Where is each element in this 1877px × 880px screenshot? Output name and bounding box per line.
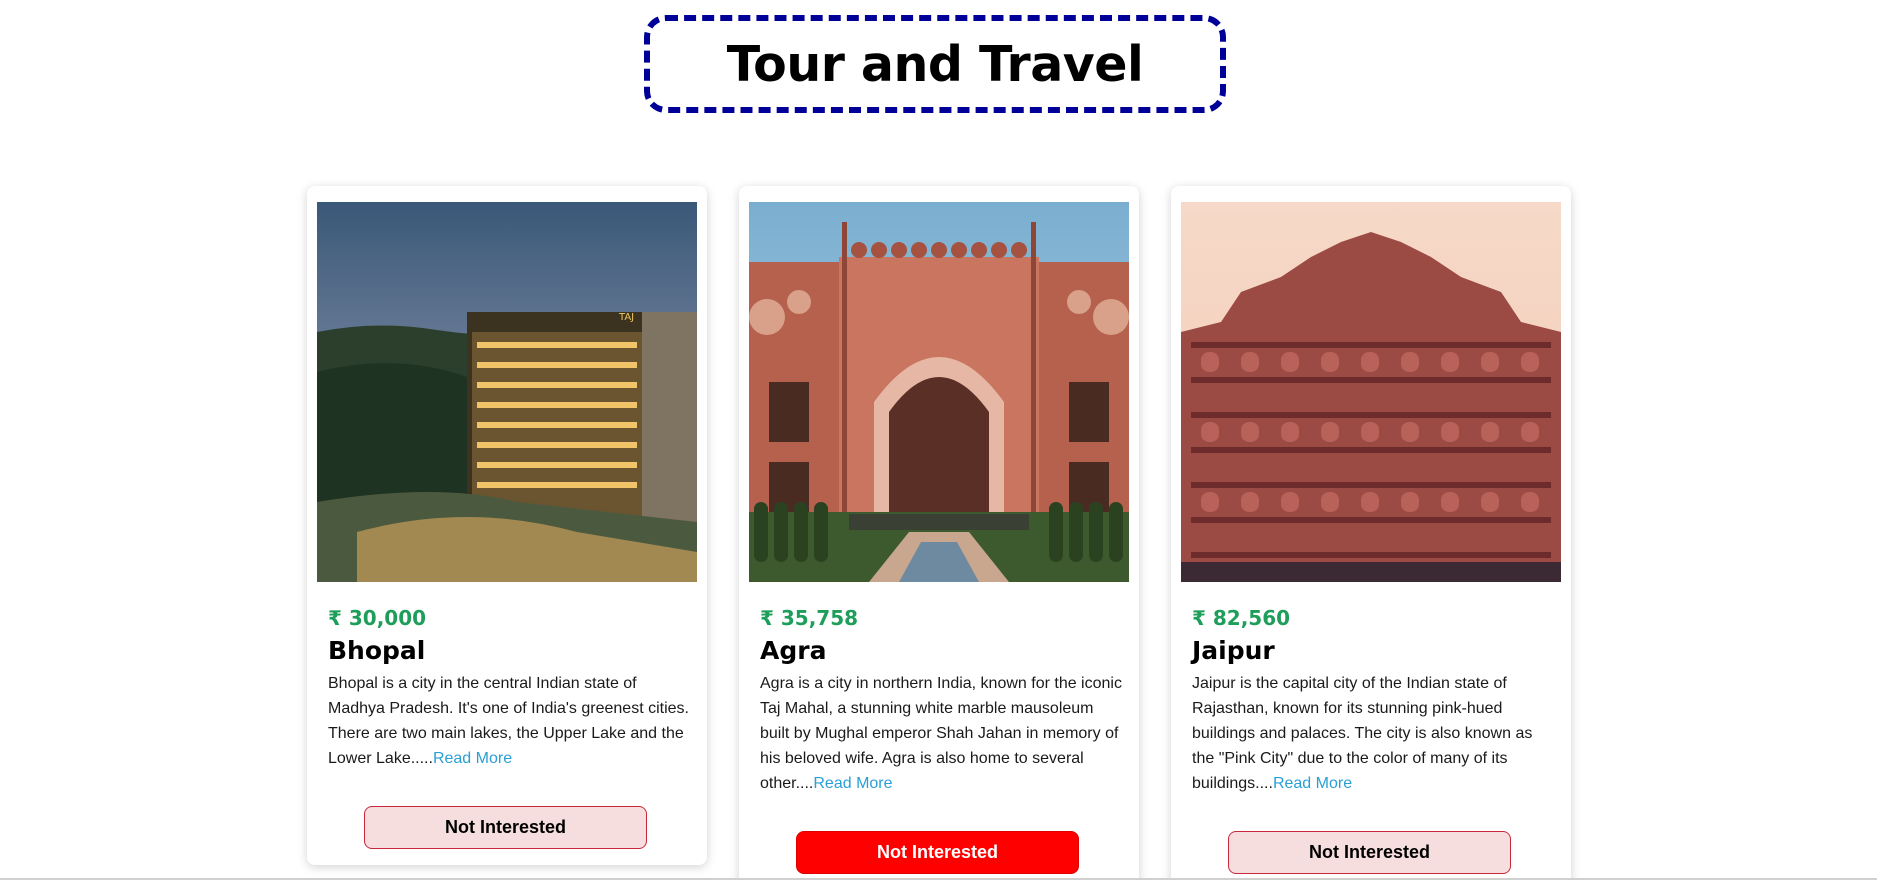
not-interested-button[interactable]: Not Interested (364, 806, 647, 849)
svg-text:TAJ: TAJ (618, 312, 634, 323)
page: Tour and Travel TAJ ₹ 30,000 Bhopal Bhop… (0, 0, 1877, 880)
destination-card-jaipur: ₹ 82,560 Jaipur Jaipur is the capital ci… (1171, 186, 1571, 880)
page-title-box: Tour and Travel (644, 15, 1226, 113)
city-description: Bhopal is a city in the central Indian s… (328, 671, 690, 771)
not-interested-button[interactable]: Not Interested (1228, 831, 1511, 874)
city-name: Bhopal (328, 636, 426, 665)
price-label: ₹ 30,000 (328, 606, 427, 630)
city-name: Agra (760, 636, 827, 665)
page-title: Tour and Travel (726, 35, 1144, 93)
city-description: Jaipur is the capital city of the Indian… (1192, 671, 1554, 796)
price-label: ₹ 82,560 (1192, 606, 1291, 630)
city-name: Jaipur (1192, 636, 1275, 665)
read-more-link[interactable]: Read More (433, 750, 512, 767)
destination-card-bhopal: TAJ ₹ 30,000 Bhopal Bhopal is a city in … (307, 186, 707, 865)
not-interested-button[interactable]: Not Interested (796, 831, 1079, 874)
description-text: Jaipur is the capital city of the Indian… (1192, 675, 1533, 792)
city-description: Agra is a city in northern India, known … (760, 671, 1122, 796)
price-label: ₹ 35,758 (760, 606, 859, 630)
hotel-photo: TAJ (317, 202, 697, 582)
taj-gate-photo (749, 202, 1129, 582)
hawa-mahal-photo (1181, 202, 1561, 582)
destination-card-agra: ₹ 35,758 Agra Agra is a city in northern… (739, 186, 1139, 880)
read-more-link[interactable]: Read More (813, 775, 892, 792)
read-more-link[interactable]: Read More (1273, 775, 1352, 792)
